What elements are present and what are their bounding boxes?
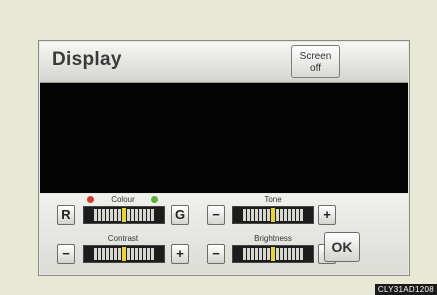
header-bar: Display Screen off <box>40 42 408 83</box>
red-dot-icon <box>87 196 94 203</box>
colour-slider[interactable] <box>83 206 165 224</box>
contrast-decrease-button[interactable]: − <box>57 244 75 264</box>
green-dot-icon <box>151 196 158 203</box>
display-preview-area <box>40 83 408 193</box>
tone-label: Tone <box>264 195 282 204</box>
screen-off-label-line2: off <box>310 63 321 74</box>
screen-off-label-line1: Screen <box>299 51 332 62</box>
screen-off-button[interactable]: Screen off <box>291 45 340 78</box>
page-title: Display <box>52 49 122 70</box>
brightness-decrease-button[interactable]: − <box>207 244 225 264</box>
tone-increase-button[interactable]: + <box>318 205 336 225</box>
contrast-level-marker <box>122 247 126 261</box>
ok-button[interactable]: OK <box>324 232 360 262</box>
brightness-label: Brightness <box>254 234 292 243</box>
contrast-increase-button[interactable]: + <box>171 244 189 264</box>
brightness-slider[interactable] <box>232 245 314 263</box>
image-code-label: CLY31AD1208 <box>374 284 437 295</box>
brightness-level-marker <box>271 247 275 261</box>
tone-decrease-button[interactable]: − <box>207 205 225 225</box>
colour-green-button[interactable]: G <box>171 205 189 225</box>
colour-level-marker <box>122 208 126 222</box>
tone-slider[interactable] <box>232 206 314 224</box>
contrast-slider[interactable] <box>83 245 165 263</box>
contrast-label: Contrast <box>107 234 139 243</box>
colour-label: Colour <box>111 195 135 204</box>
colour-red-button[interactable]: R <box>57 205 75 225</box>
tone-level-marker <box>271 208 275 222</box>
